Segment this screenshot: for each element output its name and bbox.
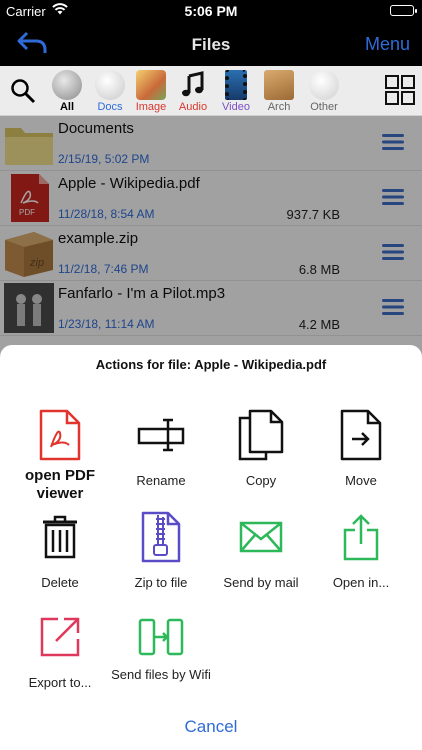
action-label: Send files by Wifi — [111, 667, 211, 682]
action-label: Export to... — [28, 675, 92, 690]
cancel-button[interactable]: Cancel — [0, 717, 422, 737]
filter-image[interactable]: Image — [129, 70, 173, 113]
action-label: Rename — [136, 473, 186, 488]
export-to-button[interactable]: Export to... — [10, 609, 110, 691]
rename-cursor-icon — [111, 407, 211, 463]
open-in-button[interactable]: Open in... — [311, 509, 411, 591]
move-file-icon — [311, 407, 411, 463]
wifi-transfer-icon — [111, 609, 211, 665]
filter-audio[interactable]: Audio — [171, 70, 215, 113]
grid-view-icon[interactable] — [384, 74, 416, 111]
filter-bar: All Docs Image Audio Video Arch Other — [0, 66, 422, 116]
copy-button[interactable]: Copy — [211, 407, 311, 489]
action-label: Zip to file — [134, 575, 188, 590]
other-circle-icon — [309, 70, 339, 100]
filter-arch[interactable]: Arch — [257, 70, 301, 113]
send-by-mail-button[interactable]: Send by mail — [211, 509, 311, 591]
action-sheet-title: Actions for file: Apple - Wikipedia.pdf — [95, 357, 327, 372]
all-circle-icon — [52, 70, 82, 100]
dim-overlay[interactable] — [0, 116, 422, 356]
action-label: Open in... — [332, 575, 390, 590]
filter-label: Video — [222, 101, 250, 113]
page-title: Files — [191, 35, 231, 54]
action-label: open PDF viewer — [25, 467, 95, 502]
action-label: Move — [345, 473, 377, 488]
action-label: Copy — [245, 473, 277, 488]
filter-label: Image — [135, 101, 167, 113]
delete-button[interactable]: Delete — [10, 509, 110, 591]
rename-button[interactable]: Rename — [111, 407, 211, 489]
zip-to-file-button[interactable]: Zip to file — [111, 509, 211, 591]
filter-all[interactable]: All — [45, 70, 89, 113]
pdf-file-icon — [10, 407, 110, 463]
export-icon — [10, 609, 110, 665]
filter-label: Audio — [178, 101, 208, 113]
search-icon[interactable] — [10, 78, 36, 109]
docs-icon — [95, 70, 125, 100]
menu-button[interactable]: Menu — [365, 34, 410, 55]
box-icon — [264, 70, 294, 100]
filter-label: All — [59, 101, 75, 113]
open-pdf-viewer-button[interactable]: open PDF viewer — [10, 407, 110, 503]
filter-docs[interactable]: Docs — [88, 70, 132, 113]
filter-video[interactable]: Video — [214, 70, 258, 113]
filter-label: Docs — [97, 101, 123, 113]
action-label: Delete — [41, 575, 79, 590]
film-icon — [225, 70, 247, 100]
mail-icon — [211, 509, 311, 565]
move-button[interactable]: Move — [311, 407, 411, 489]
filter-other[interactable]: Other — [302, 70, 346, 113]
trash-icon — [10, 509, 110, 565]
status-bar: Carrier 5:06 PM — [0, 0, 422, 22]
action-sheet: Actions for file: Apple - Wikipedia.pdf … — [0, 345, 422, 750]
battery-icon — [390, 5, 417, 16]
filter-label: Other — [310, 101, 338, 113]
clock: 5:06 PM — [184, 3, 238, 19]
share-icon — [311, 509, 411, 565]
send-files-by-wifi-button[interactable]: Send files by Wifi — [111, 609, 211, 683]
image-icon — [136, 70, 166, 100]
music-note-icon — [178, 70, 208, 100]
copy-icon — [211, 407, 311, 463]
zip-file-icon — [111, 509, 211, 565]
action-label: Send by mail — [223, 575, 299, 590]
nav-bar: Files Menu — [0, 22, 422, 66]
filter-label: Arch — [267, 101, 291, 113]
